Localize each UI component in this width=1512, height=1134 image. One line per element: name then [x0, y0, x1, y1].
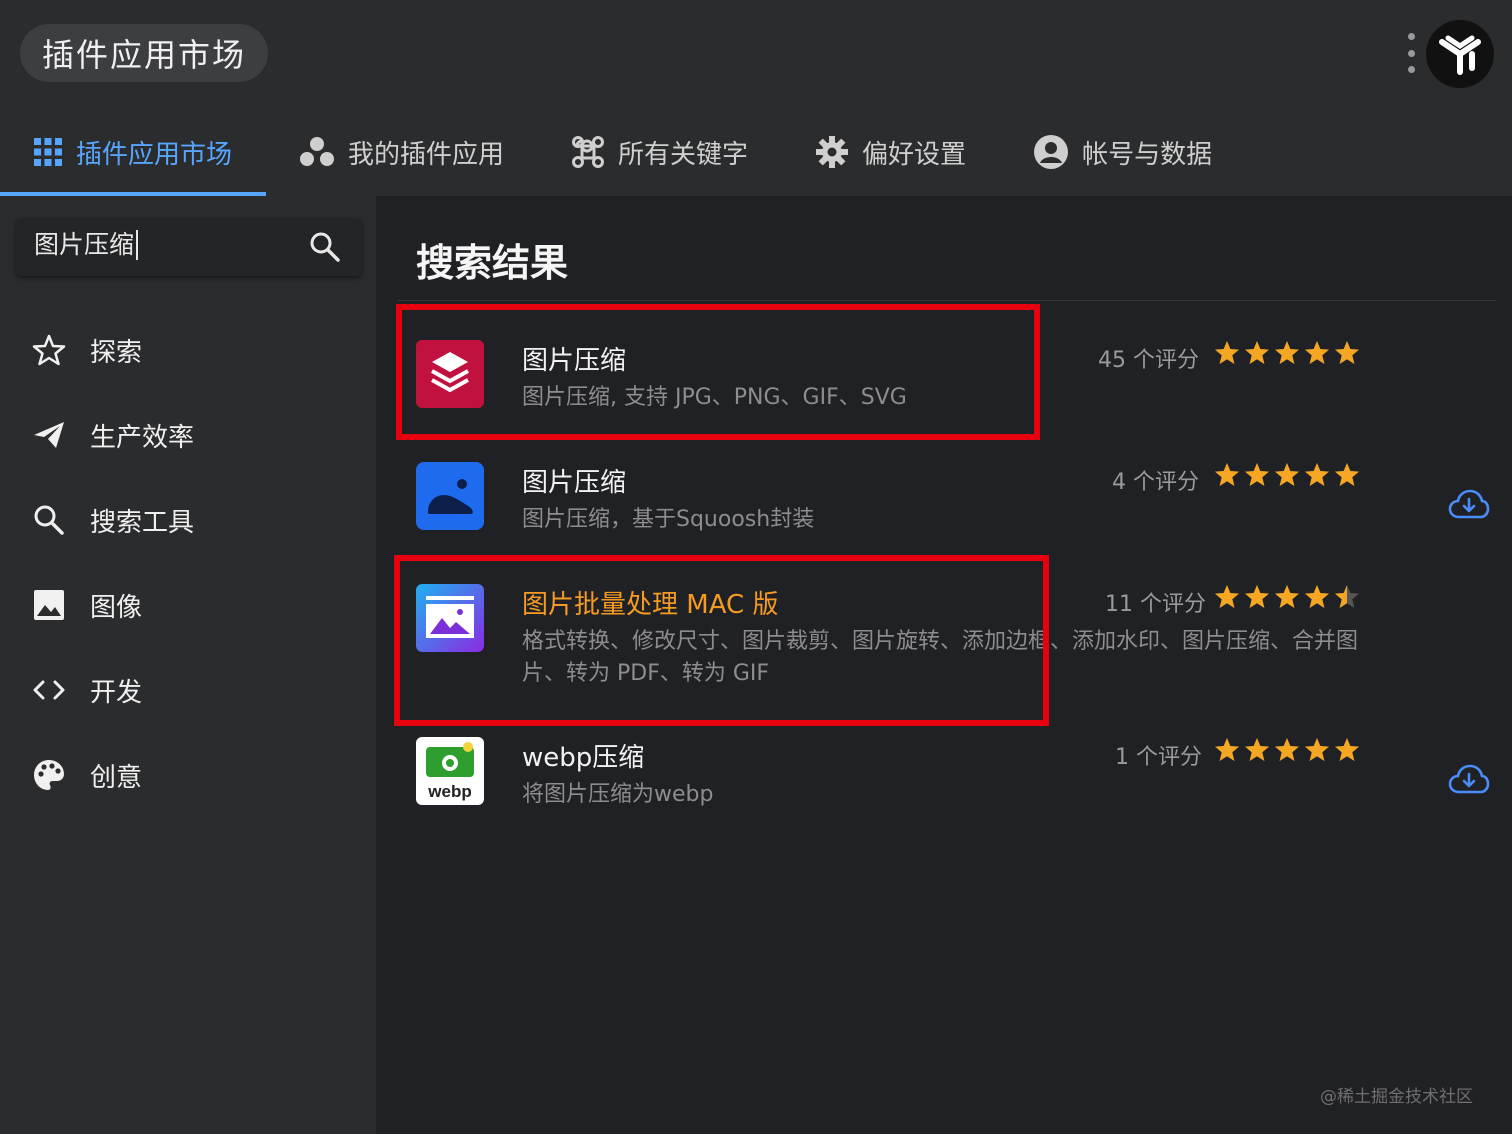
tab-label: 所有关键字 [618, 139, 749, 170]
account-icon [1034, 135, 1069, 169]
star-icon [1245, 585, 1269, 608]
star-icon [1305, 738, 1329, 761]
star-icon [1335, 463, 1359, 486]
highlight-box [394, 555, 1049, 726]
sidebar: 图片压缩 探索 生产效率 搜索工具 图像 开发 创意 [0, 196, 376, 1134]
sidebar-item-label: 创意 [90, 762, 143, 793]
sidebar-item-label: 生产效率 [90, 422, 195, 453]
highlight-box [396, 304, 1040, 440]
star-icon [1335, 585, 1359, 608]
star-icon [1305, 463, 1329, 486]
star-icon [1245, 738, 1269, 761]
webp-app-icon: webp [416, 737, 484, 805]
star-icon [1305, 341, 1329, 364]
sidebar-item-label: 开发 [90, 677, 143, 708]
tab-label: 帐号与数据 [1082, 139, 1213, 170]
star-icon [1215, 738, 1239, 761]
sidebar-item-creative[interactable]: 创意 [32, 755, 142, 795]
rating-stars [1214, 584, 1360, 610]
star-outline-icon [32, 334, 66, 366]
plugin-description: 图片压缩，基于Squoosh封装 [522, 507, 815, 532]
rating-stars [1214, 340, 1360, 366]
plugin-description: 将图片压缩为webp [522, 782, 714, 807]
grid-icon [34, 138, 62, 166]
palette-icon [34, 760, 64, 790]
sidebar-item-productivity[interactable]: 生产效率 [32, 415, 194, 455]
star-icon [1275, 738, 1299, 761]
tab-label: 插件应用市场 [76, 139, 233, 170]
paper-plane-icon [34, 422, 64, 448]
more-menu-icon[interactable] [1404, 33, 1418, 73]
star-icon [1275, 463, 1299, 486]
sidebar-item-search-tools[interactable]: 搜索工具 [32, 500, 194, 540]
star-icon [1335, 738, 1359, 761]
top-bar: 插件应用市场 插件应用市场 我的插件应用 所有关键字 偏好设置 帐号与数据 [0, 0, 1512, 196]
star-icon [1245, 463, 1269, 486]
main-tabs: 插件应用市场 我的插件应用 所有关键字 偏好设置 帐号与数据 [0, 112, 1246, 196]
command-icon [572, 136, 605, 168]
tab-preferences[interactable]: 偏好设置 [782, 112, 1000, 192]
search-input[interactable]: 图片压缩 [16, 218, 362, 276]
image-icon [34, 590, 64, 620]
rating-stars [1214, 462, 1360, 488]
star-icon [1215, 341, 1239, 364]
main-panel: 搜索结果 图片压缩 图片压缩, 支持 JPG、PNG、GIF、SVG 45 个评… [376, 196, 1512, 1134]
sidebar-item-label: 图像 [90, 592, 143, 623]
plugin-name: 图片压缩 [522, 468, 627, 498]
plugin-name: webp压缩 [522, 743, 645, 773]
search-icon [34, 505, 64, 535]
webp-label: webp [427, 782, 471, 801]
star-icon [1215, 463, 1239, 486]
tab-account[interactable]: 帐号与数据 [1000, 112, 1246, 192]
divider [398, 300, 1496, 301]
star-icon [1245, 341, 1269, 364]
gear-icon [816, 136, 849, 168]
search-value: 图片压缩 [34, 230, 139, 260]
page-title: 搜索结果 [416, 241, 569, 285]
tab-label: 我的插件应用 [348, 139, 505, 170]
rating-stars [1214, 737, 1360, 763]
tab-plugin-market[interactable]: 插件应用市场 [0, 112, 267, 196]
star-icon [1215, 585, 1239, 608]
sidebar-item-label: 探索 [90, 337, 143, 368]
code-icon [33, 680, 65, 700]
rating-count: 45 个评分 [1098, 348, 1199, 373]
rating-count: 11 个评分 [1105, 592, 1206, 617]
cloud-download-icon[interactable] [1448, 488, 1490, 520]
app-title[interactable]: 插件应用市场 [20, 24, 269, 82]
rating-count: 1 个评分 [1115, 745, 1202, 770]
dots-cluster-icon [300, 137, 335, 166]
star-icon [1275, 341, 1299, 364]
star-icon [1335, 341, 1359, 364]
star-icon [1305, 585, 1329, 608]
rating-count: 4 个评分 [1112, 470, 1199, 495]
search-icon[interactable] [308, 230, 342, 264]
sidebar-item-image[interactable]: 图像 [32, 585, 142, 625]
tab-keywords[interactable]: 所有关键字 [538, 112, 782, 192]
tab-my-plugins[interactable]: 我的插件应用 [266, 112, 538, 192]
sidebar-item-label: 搜索工具 [90, 507, 195, 538]
star-icon [1275, 585, 1299, 608]
tab-label: 偏好设置 [862, 139, 967, 170]
cloud-image-app-icon [416, 462, 484, 530]
sidebar-item-dev[interactable]: 开发 [32, 670, 142, 710]
sidebar-item-explore[interactable]: 探索 [32, 330, 142, 370]
logo-mark-icon [1439, 35, 1481, 75]
app-logo[interactable] [1426, 20, 1494, 88]
watermark: @稀土掘金技术社区 [1320, 1087, 1473, 1107]
cloud-download-icon[interactable] [1448, 763, 1490, 795]
